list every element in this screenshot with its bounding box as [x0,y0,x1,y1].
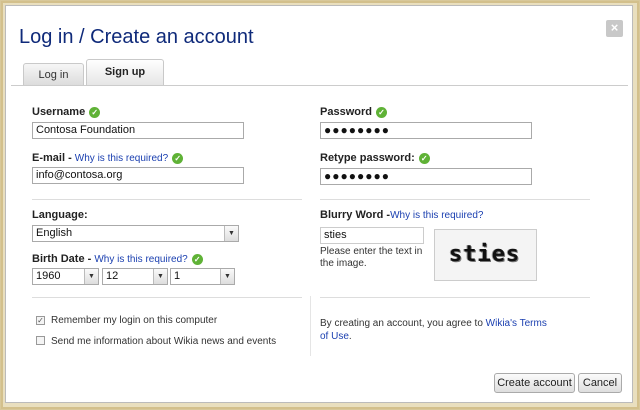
email-label-text: E-mail [32,152,66,164]
terms-suffix: . [348,331,352,342]
create-account-button[interactable]: Create account [494,373,575,393]
username-label-text: Username [32,106,86,118]
language-select-value: English [36,227,73,239]
vertical-divider [310,296,311,356]
username-valid-icon: ✓ [89,106,101,118]
lower-divider-left [32,297,302,298]
remember-checkbox[interactable]: ✓ [36,316,45,325]
chevron-down-icon: ▼ [153,269,167,284]
birth-month-value: 12 [106,270,119,282]
captcha-image: sties [434,229,537,281]
terms-text: By creating an account, you agree to Wik… [320,317,550,343]
blurry-word-label-text: Blurry Word [320,209,384,221]
birth-day-select[interactable]: 1 ▼ [170,268,235,285]
retype-password-valid-icon: ✓ [418,152,430,164]
blurry-word-label: Blurry Word -Why is this required? [320,209,483,221]
email-valid-icon: ✓ [172,152,184,164]
retype-password-input[interactable]: ●●●●●●●● [320,168,532,185]
birth-date-help-link[interactable]: Why is this required? [94,254,187,265]
password-valid-icon: ✓ [375,106,387,118]
lower-divider-right [320,297,590,298]
password-label-text: Password [320,106,372,118]
birth-date-label-dash: - [84,253,95,265]
language-label: Language: [32,209,88,221]
captcha-instruction: Please enter the text in the image. [320,246,423,269]
tab-divider [11,85,628,86]
section-divider-right [320,199,590,200]
email-label: E-mail - Why is this required? ✓ [32,152,184,164]
remember-label: Remember my login on this computer [51,315,218,326]
section-divider-left [32,199,302,200]
birth-day-value: 1 [174,270,181,282]
close-button[interactable]: × [606,20,623,37]
newsletter-label: Send me information about Wikia news and… [51,336,277,347]
username-label: Username ✓ [32,106,101,118]
chevron-down-icon: ▼ [84,269,98,284]
chevron-down-icon: ▼ [224,226,238,241]
birth-year-select[interactable]: 1960 ▼ [32,268,99,285]
email-label-dash: - [65,152,75,164]
email-input[interactable]: info@contosa.org [32,167,244,184]
password-input[interactable]: ●●●●●●●● [320,122,532,139]
blurry-word-input[interactable]: sties [320,227,424,244]
language-select[interactable]: English ▼ [32,225,239,242]
cancel-button[interactable]: Cancel [578,373,622,393]
account-dialog: × Log in / Create an account Log in Sign… [5,5,633,403]
close-icon: × [610,20,619,35]
birth-date-label: Birth Date - Why is this required? ✓ [32,253,203,265]
tab-sign-up[interactable]: Sign up [86,59,164,85]
birth-month-select[interactable]: 12 ▼ [102,268,168,285]
password-label: Password ✓ [320,106,387,118]
captcha-image-text: sties [449,242,521,267]
birth-date-label-text: Birth Date [32,253,85,265]
birth-date-valid-icon: ✓ [191,253,203,265]
retype-password-label-text: Retype password: [320,152,415,164]
chevron-down-icon: ▼ [220,269,234,284]
blurry-word-help-link[interactable]: Why is this required? [390,210,483,221]
tab-log-in[interactable]: Log in [23,63,84,85]
birth-year-value: 1960 [36,270,61,282]
retype-password-label: Retype password: ✓ [320,152,430,164]
newsletter-checkbox[interactable] [36,336,45,345]
username-input[interactable]: Contosa Foundation [32,122,244,139]
dialog-title: Log in / Create an account [19,26,254,48]
terms-prefix: By creating an account, you agree to [320,318,486,329]
email-help-link[interactable]: Why is this required? [75,153,168,164]
